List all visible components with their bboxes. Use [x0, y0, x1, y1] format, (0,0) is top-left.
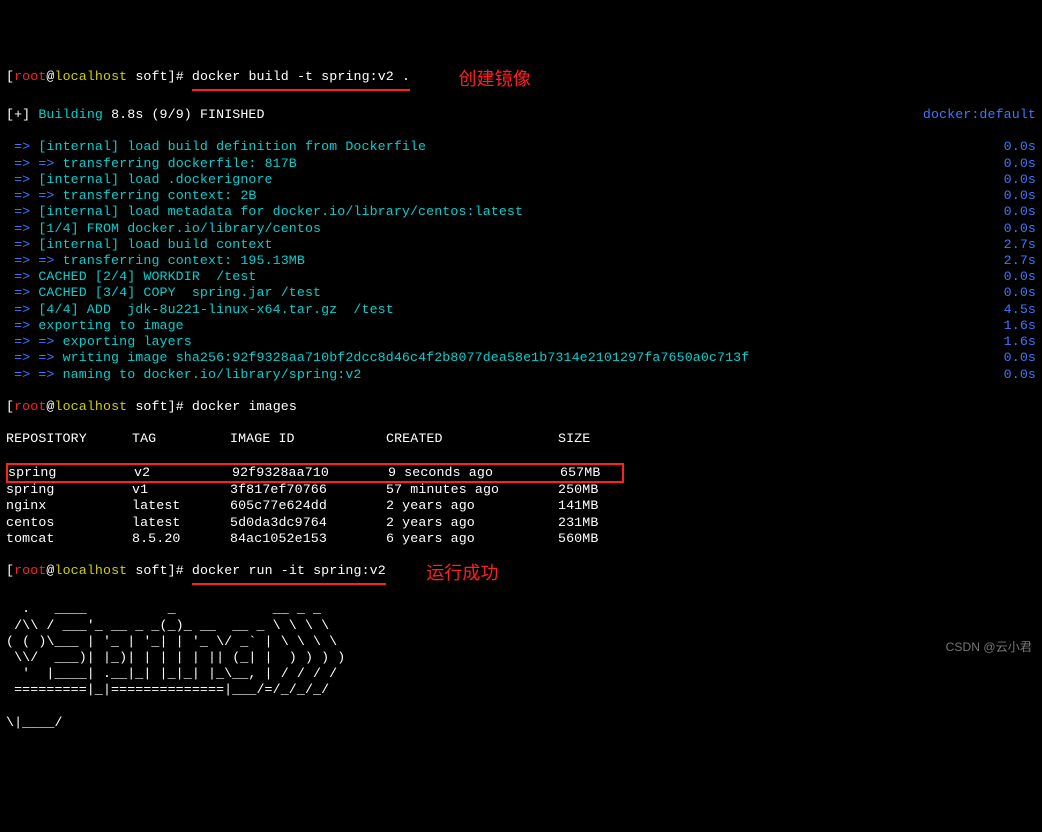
- ascii-art: . ____ _ __ _ _ /\\ / ___'_ __ _ _(_)_ _…: [6, 601, 1036, 698]
- build-step: => => exporting layers1.6s: [6, 334, 1036, 350]
- build-step: => [internal] load metadata for docker.i…: [6, 204, 1036, 220]
- build-step: => => writing image sha256:92f9328aa710b…: [6, 350, 1036, 366]
- build-step: => => transferring context: 2B0.0s: [6, 188, 1036, 204]
- table-row: springv13f817ef7076657 minutes ago250MB: [6, 482, 1036, 498]
- prompt-line-run: [root@localhost soft]# docker run -it sp…: [6, 563, 1036, 585]
- table-row: nginxlatest605c77e624dd2 years ago141MB: [6, 498, 1036, 514]
- annotation-build: 创建镜像: [459, 69, 531, 91]
- table-row: tomcat8.5.2084ac1052e1536 years ago560MB: [6, 531, 1036, 547]
- build-step: => => naming to docker.io/library/spring…: [6, 367, 1036, 383]
- annotation-run: 运行成功: [426, 563, 498, 585]
- table-row: centoslatest5d0da3dc97642 years ago231MB: [6, 515, 1036, 531]
- prompt-line-images: [root@localhost soft]# docker images: [6, 399, 1036, 415]
- build-step: => [1/4] FROM docker.io/library/centos0.…: [6, 221, 1036, 237]
- build-step: => => transferring context: 195.13MB2.7s: [6, 253, 1036, 269]
- cmd-run[interactable]: docker run -it spring:v2: [192, 563, 386, 585]
- build-step: => [internal] load build definition from…: [6, 139, 1036, 155]
- build-step: => [internal] load .dockerignore0.0s: [6, 172, 1036, 188]
- build-step: => CACHED [2/4] WORKDIR /test0.0s: [6, 269, 1036, 285]
- build-step: => [internal] load build context2.7s: [6, 237, 1036, 253]
- ascii-divider: \|____/: [6, 715, 1036, 731]
- build-step: => => transferring dockerfile: 817B0.0s: [6, 156, 1036, 172]
- table-header: REPOSITORYTAGIMAGE IDCREATEDSIZE: [6, 431, 1036, 447]
- backend-label: docker:default: [923, 107, 1036, 123]
- build-step: => [4/4] ADD jdk-8u221-linux-x64.tar.gz …: [6, 302, 1036, 318]
- table-row: springv292f9328aa7109 seconds ago657MB: [6, 464, 1036, 482]
- build-step: => CACHED [3/4] COPY spring.jar /test0.0…: [6, 285, 1036, 301]
- build-header: [+] Building 8.8s (9/9) FINISHEDdocker:d…: [6, 107, 1036, 123]
- prompt-line-top: [root@localhost soft]# docker build -t s…: [6, 69, 1036, 91]
- cmd-images[interactable]: docker images: [192, 399, 297, 415]
- cmd-build[interactable]: docker build -t spring:v2 .: [192, 69, 410, 91]
- watermark: CSDN @云小君: [946, 640, 1032, 655]
- build-step: => exporting to image1.6s: [6, 318, 1036, 334]
- highlighted-row: springv292f9328aa7109 seconds ago657MB: [6, 463, 624, 483]
